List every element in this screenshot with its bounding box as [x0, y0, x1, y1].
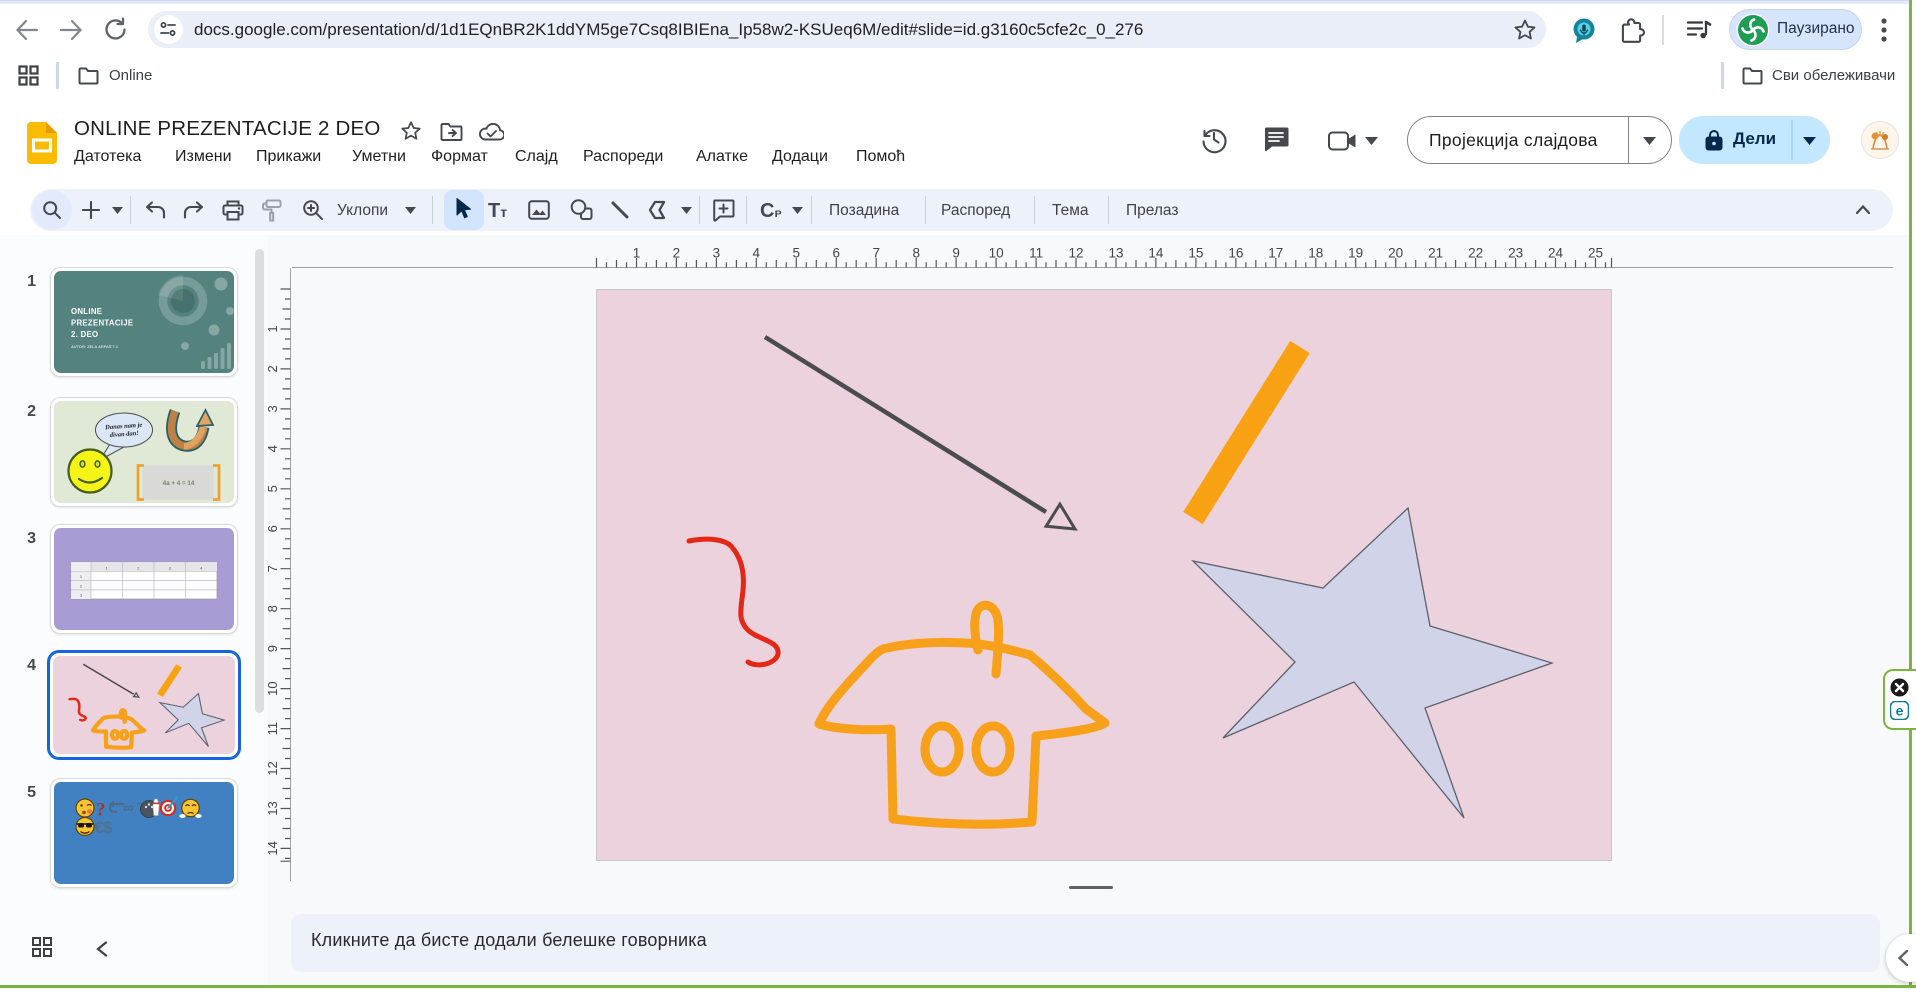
svg-text:3: 3: [713, 246, 721, 261]
svg-text:20: 20: [1388, 246, 1403, 261]
svg-text:11: 11: [266, 722, 280, 736]
svg-text:2: 2: [673, 246, 681, 261]
svg-text:7: 7: [266, 565, 280, 572]
svg-text:24: 24: [1548, 246, 1564, 261]
svg-text:21: 21: [1428, 246, 1443, 261]
svg-text:14: 14: [266, 841, 280, 855]
svg-text:5: 5: [793, 246, 801, 261]
svg-text:16: 16: [1228, 246, 1243, 261]
svg-text:4: 4: [266, 445, 280, 452]
svg-text:3: 3: [266, 405, 280, 412]
svg-text:e: e: [1896, 703, 1904, 719]
svg-text:13: 13: [1108, 246, 1123, 261]
svg-text:6: 6: [833, 246, 841, 261]
svg-text:9: 9: [266, 645, 280, 652]
svg-text:6: 6: [266, 525, 280, 532]
svg-text:AUTOR: ZELA ARPAŠ 7.1: AUTOR: ZELA ARPAŠ 7.1: [71, 344, 119, 349]
svg-text:4: 4: [753, 246, 761, 261]
svg-text:12: 12: [1068, 246, 1083, 261]
svg-text:5: 5: [266, 485, 280, 492]
svg-text:10: 10: [989, 246, 1004, 261]
svg-text:11: 11: [1029, 246, 1043, 261]
svg-text:22: 22: [1468, 246, 1483, 261]
svg-text:8: 8: [912, 246, 920, 261]
svg-text:€$: €$: [95, 818, 113, 837]
svg-text:1: 1: [266, 325, 280, 332]
svg-text:4a + 4 = 14: 4a + 4 = 14: [163, 480, 195, 487]
svg-text:9: 9: [952, 246, 960, 261]
svg-text:13: 13: [266, 801, 280, 815]
svg-text:14: 14: [1148, 246, 1164, 261]
svg-text:∞: ∞: [123, 800, 134, 817]
svg-text:19: 19: [1348, 246, 1363, 261]
svg-text:25: 25: [1588, 246, 1603, 261]
svg-text:15: 15: [1188, 246, 1203, 261]
svg-text:2. DEO: 2. DEO: [71, 330, 98, 339]
svg-text:18: 18: [1308, 246, 1323, 261]
svg-text:1: 1: [633, 246, 641, 261]
svg-text:10: 10: [266, 681, 280, 695]
svg-text:12: 12: [266, 761, 280, 775]
svg-text:23: 23: [1508, 246, 1523, 261]
svg-text:PREZENTACIJE: PREZENTACIJE: [71, 319, 133, 328]
svg-text:2: 2: [266, 365, 280, 372]
svg-text:17: 17: [1268, 246, 1283, 261]
svg-text:ONLINE: ONLINE: [71, 307, 102, 316]
svg-text:7: 7: [872, 246, 880, 261]
svg-text:8: 8: [266, 605, 280, 612]
